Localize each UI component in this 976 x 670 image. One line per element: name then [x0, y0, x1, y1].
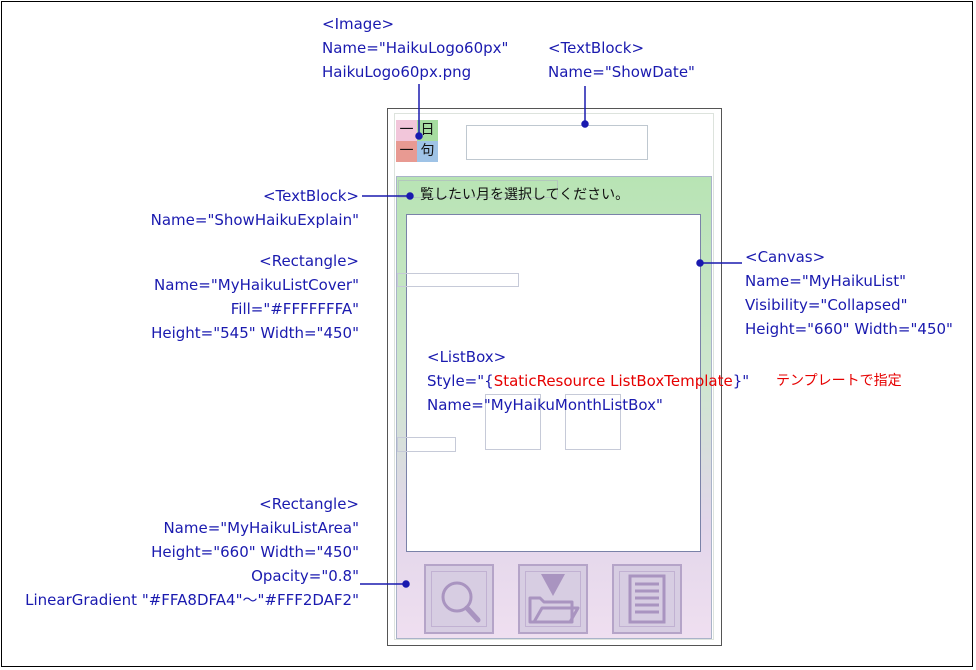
cover-tag-label: <Rectangle> — [259, 252, 359, 270]
cover-fill-label: Fill="#FFFFFFFA" — [230, 300, 359, 318]
connector-dot — [406, 192, 414, 200]
area-tag-label: <Rectangle> — [259, 495, 359, 513]
connector-dot — [581, 120, 589, 128]
area-opacity-label: Opacity="0.8" — [251, 567, 359, 585]
showdate-name-label: Name="ShowDate" — [548, 63, 695, 81]
showdate-tag-label: <TextBlock> — [548, 39, 645, 57]
image-file-label: HaikuLogo60px.png — [322, 63, 472, 81]
area-name-label: Name="MyHaikuListArea" — [163, 519, 359, 537]
canvas-name-label: Name="MyHaikuList" — [745, 272, 907, 290]
connector-dot — [402, 580, 410, 588]
connector-dot — [696, 259, 704, 267]
canvas-tag-label: <Canvas> — [745, 248, 826, 266]
canvas-size-label: Height="660" Width="450" — [745, 320, 953, 338]
listbox-style-suffix: }" — [732, 372, 750, 390]
template-note-label: テンプレートで指定 — [776, 373, 902, 389]
listbox-name-label: Name="MyHaikuMonthListBox" — [427, 396, 663, 414]
image-tag-label: <Image> — [322, 15, 395, 33]
connector-dot — [415, 132, 423, 140]
explain-tag-label: <TextBlock> — [262, 187, 359, 205]
image-name-label: Name="HaikuLogo60px" — [322, 39, 509, 57]
listbox-tag-label: <ListBox> — [427, 348, 507, 366]
cover-size-label: Height="545" Width="450" — [151, 324, 359, 342]
canvas-visibility-label: Visibility="Collapsed" — [745, 296, 908, 314]
explain-name-label: Name="ShowHaikuExplain" — [150, 211, 359, 229]
cover-name-label: Name="MyHaikuListCover" — [154, 276, 359, 294]
listbox-style-prefix: Style="{ — [427, 372, 494, 390]
area-gradient-label: LinearGradient "#FFA8DFA4"～"#FFF2DAF2" — [25, 591, 359, 609]
listbox-style-resource: StaticResource ListBoxTemplate — [493, 372, 733, 390]
area-size-label: Height="660" Width="450" — [151, 543, 359, 561]
listbox-style-label: Style="{StaticResource ListBoxTemplate}" — [427, 369, 749, 393]
